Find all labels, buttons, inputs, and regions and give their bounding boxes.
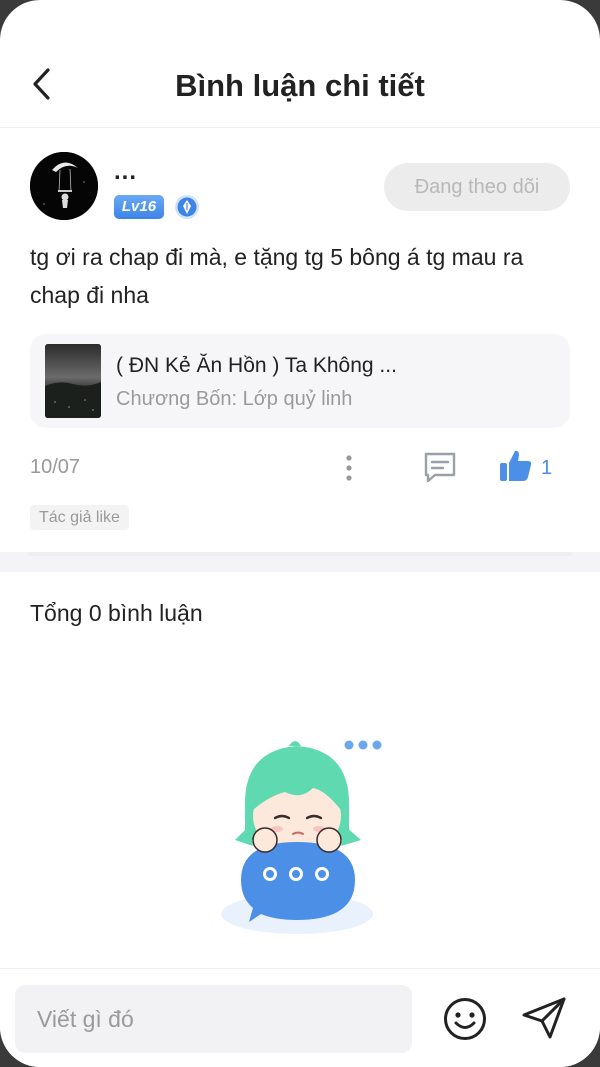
- comment-text: tg ơi ra chap đi mà, e tặng tg 5 bông á …: [30, 244, 524, 308]
- more-options-icon[interactable]: [336, 452, 362, 484]
- thumbs-up-icon[interactable]: [498, 448, 534, 484]
- send-icon[interactable]: [520, 995, 568, 1041]
- post-date: 10/07: [30, 456, 81, 478]
- comment-detail-screen: Bình luận chi tiết ... Lv16 Đang theo dõ…: [0, 0, 600, 1067]
- follow-button[interactable]: Đang theo dõi: [384, 163, 570, 211]
- like-count: 1: [541, 457, 553, 479]
- comment-input[interactable]: [15, 985, 412, 1053]
- author-like-tag: Tác giả like: [30, 505, 129, 530]
- header: Bình luận chi tiết: [0, 40, 600, 128]
- total-comments-label: Tổng 0 bình luận: [30, 600, 203, 626]
- emoji-icon[interactable]: [442, 996, 488, 1042]
- story-title: ( ĐN Kẻ Ăn Hồn ) Ta Không ...: [116, 354, 397, 377]
- username[interactable]: ...: [114, 158, 137, 186]
- reply-icon[interactable]: [422, 450, 458, 484]
- level-badge: Lv16: [114, 195, 164, 219]
- comment-input-bar: [0, 968, 600, 1067]
- story-card[interactable]: ( ĐN Kẻ Ăn Hồn ) Ta Không ... Chương Bốn…: [30, 334, 570, 428]
- avatar[interactable]: [30, 152, 98, 220]
- avatar-image: [30, 152, 98, 220]
- section-divider: [0, 552, 600, 572]
- empty-state-illustration: [221, 740, 382, 934]
- author-badge-icon: [175, 195, 199, 219]
- story-cover-image: [45, 344, 101, 418]
- story-chapter: Chương Bốn: Lớp quỷ linh: [116, 388, 353, 410]
- page-title: Bình luận chi tiết: [175, 68, 425, 103]
